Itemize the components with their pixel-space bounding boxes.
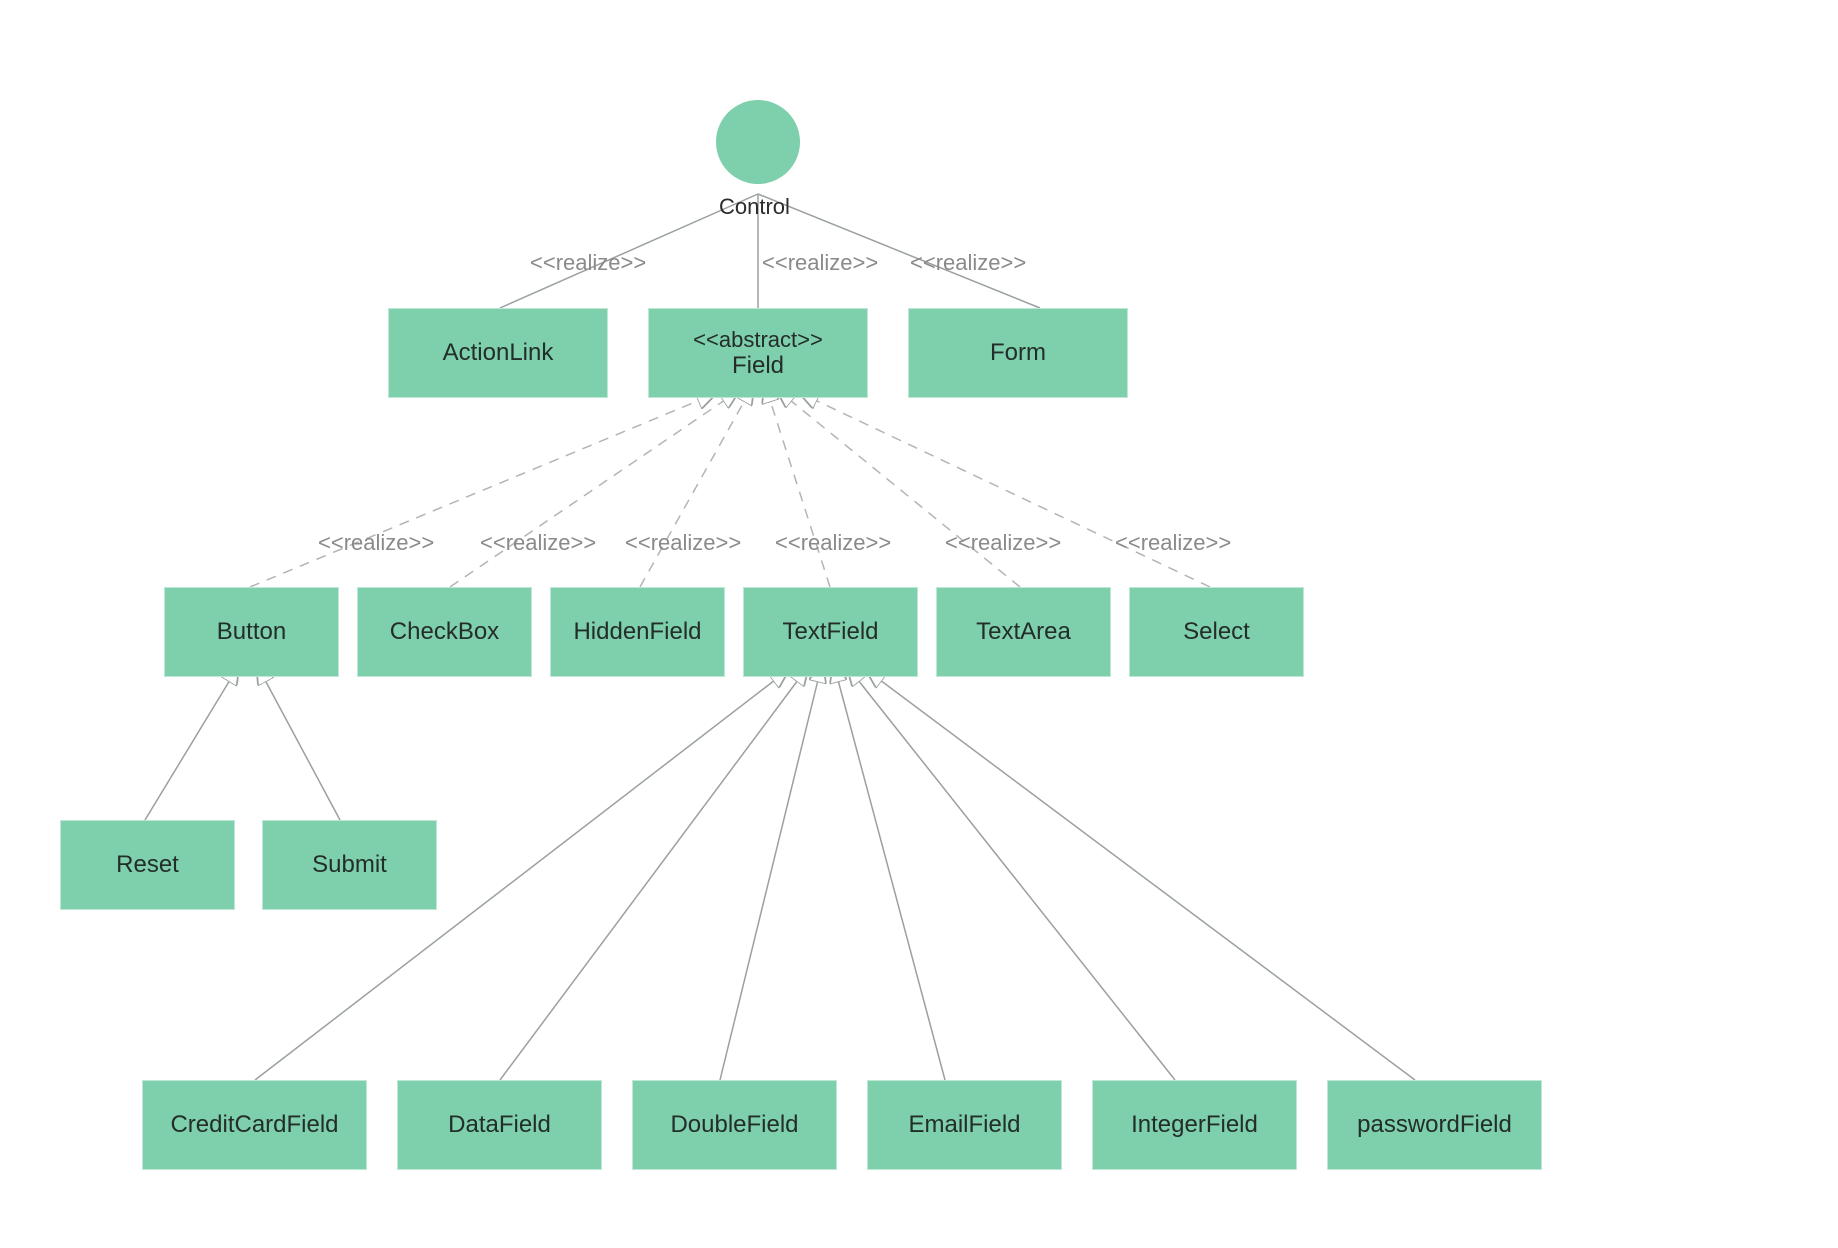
realize-label-textarea: <<realize>> bbox=[945, 530, 1061, 556]
realize-label-checkbox: <<realize>> bbox=[480, 530, 596, 556]
node-datafield-label: DataField bbox=[448, 1111, 551, 1139]
node-checkbox: CheckBox bbox=[357, 587, 532, 677]
node-doublefield-label: DoubleField bbox=[670, 1111, 798, 1139]
node-hiddenfield-label: HiddenField bbox=[573, 618, 701, 646]
node-submit-label: Submit bbox=[312, 851, 387, 879]
node-actionlink-label: ActionLink bbox=[443, 339, 554, 367]
root-control-circle bbox=[716, 100, 800, 184]
realize-label-actionlink: <<realize>> bbox=[530, 250, 646, 276]
node-field-stereotype: <<abstract>> bbox=[693, 327, 823, 352]
node-textarea: TextArea bbox=[936, 587, 1111, 677]
node-datafield: DataField bbox=[397, 1080, 602, 1170]
node-emailfield-label: EmailField bbox=[908, 1111, 1020, 1139]
realize-label-form: <<realize>> bbox=[910, 250, 1026, 276]
node-button: Button bbox=[164, 587, 339, 677]
node-creditcardfield-label: CreditCardField bbox=[170, 1111, 338, 1139]
node-form-label: Form bbox=[990, 339, 1046, 367]
node-button-label: Button bbox=[217, 618, 286, 646]
root-control-label: Control bbox=[719, 194, 790, 220]
realize-label-select: <<realize>> bbox=[1115, 530, 1231, 556]
node-reset: Reset bbox=[60, 820, 235, 910]
node-integerfield: IntegerField bbox=[1092, 1080, 1297, 1170]
node-select-label: Select bbox=[1183, 618, 1250, 646]
node-submit: Submit bbox=[262, 820, 437, 910]
node-reset-label: Reset bbox=[116, 851, 179, 879]
realize-label-textfield: <<realize>> bbox=[775, 530, 891, 556]
node-select: Select bbox=[1129, 587, 1304, 677]
node-checkbox-label: CheckBox bbox=[390, 618, 499, 646]
node-field: <<abstract>> Field bbox=[648, 308, 868, 398]
node-textarea-label: TextArea bbox=[976, 618, 1071, 646]
node-textfield: TextField bbox=[743, 587, 918, 677]
node-passwordfield: passwordField bbox=[1327, 1080, 1542, 1170]
node-form: Form bbox=[908, 308, 1128, 398]
node-passwordfield-label: passwordField bbox=[1357, 1111, 1512, 1139]
node-actionlink: ActionLink bbox=[388, 308, 608, 398]
node-doublefield: DoubleField bbox=[632, 1080, 837, 1170]
realize-label-field: <<realize>> bbox=[762, 250, 878, 276]
node-emailfield: EmailField bbox=[867, 1080, 1062, 1170]
node-hiddenfield: HiddenField bbox=[550, 587, 725, 677]
node-textfield-label: TextField bbox=[782, 618, 878, 646]
node-creditcardfield: CreditCardField bbox=[142, 1080, 367, 1170]
node-field-label: Field bbox=[732, 352, 784, 380]
realize-label-hiddenfield: <<realize>> bbox=[625, 530, 741, 556]
node-integerfield-label: IntegerField bbox=[1131, 1111, 1258, 1139]
realize-label-button: <<realize>> bbox=[318, 530, 434, 556]
